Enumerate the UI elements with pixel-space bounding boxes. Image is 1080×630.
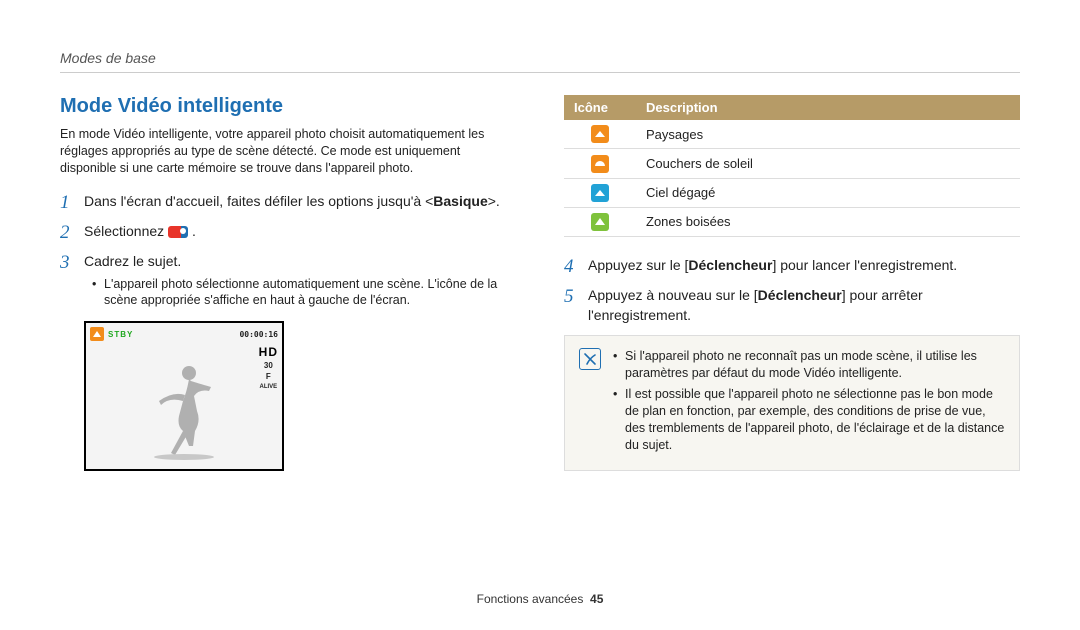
step-5-text-a: Appuyez à nouveau sur le [ [588,287,758,303]
clear-sky-icon [591,184,609,202]
row-label: Couchers de soleil [636,149,1020,179]
row-label: Ciel dégagé [636,178,1020,207]
row-label: Paysages [636,120,1020,149]
note-box: Si l'appareil photo ne reconnaît pas un … [564,335,1020,470]
divider [60,72,1020,73]
camera-preview-frame: STBY 00:00:16 HD 30 F ALIVE [84,321,284,471]
note-item-1: Si l'appareil photo ne reconnaît pas un … [613,348,1005,382]
scene-icon [90,327,104,341]
breadcrumb: Modes de base [60,50,1020,66]
f-label: F [266,373,271,381]
stby-label: STBY [108,330,133,339]
sunset-icon [591,155,609,173]
step-4-text-a: Appuyez sur le [ [588,257,688,273]
step-3: Cadrez le sujet. L'appareil photo sélect… [60,251,516,309]
rec-time: 00:00:16 [239,330,278,339]
table-row: Ciel dégagé [564,178,1020,207]
left-column: Mode Vidéo intelligente En mode Vidéo in… [60,95,516,471]
rec-label: ALIVE [259,384,277,390]
step-1: Dans l'écran d'accueil, faites défiler l… [60,191,516,211]
step-3-text: Cadrez le sujet. [84,253,181,269]
intro-paragraph: En mode Vidéo intelligente, votre appare… [60,126,516,177]
table-row: Couchers de soleil [564,149,1020,179]
step-4-bold: Déclencheur [688,257,772,273]
step-3-sub: L'appareil photo sélectionne automatique… [92,276,516,310]
landscape-icon [591,125,609,143]
th-desc: Description [636,95,1020,120]
step-2-text-b: . [188,223,196,239]
table-row: Zones boisées [564,207,1020,236]
step-4-text-c: ] pour lancer l'enregistrement. [772,257,957,273]
row-label: Zones boisées [636,207,1020,236]
hd-icon: HD [259,345,278,359]
right-column: Icône Description Paysages Couchers de s… [564,95,1020,471]
skater-silhouette-icon [139,361,229,461]
page-footer: Fonctions avancées 45 [0,592,1080,606]
smart-mode-icon [168,226,188,238]
forest-icon [591,213,609,231]
step-1-bold: Basique [433,193,487,209]
note-icon [579,348,601,370]
section-title: Mode Vidéo intelligente [60,95,516,118]
step-1-text-c: >. [488,193,500,209]
footer-section: Fonctions avancées [477,592,584,606]
table-row: Paysages [564,120,1020,149]
step-2: Sélectionnez . [60,221,516,241]
step-5-bold: Déclencheur [758,287,842,303]
footer-page-number: 45 [590,592,603,606]
step-4: Appuyez sur le [Déclencheur] pour lancer… [564,255,1020,275]
fps-label: 30 [264,362,273,370]
note-item-2: Il est possible que l'appareil photo ne … [613,386,1005,454]
step-2-text-a: Sélectionnez [84,223,168,239]
th-icon: Icône [564,95,636,120]
scene-table: Icône Description Paysages Couchers de s… [564,95,1020,237]
step-1-text-a: Dans l'écran d'accueil, faites défiler l… [84,193,433,209]
step-5: Appuyez à nouveau sur le [Déclencheur] p… [564,285,1020,326]
